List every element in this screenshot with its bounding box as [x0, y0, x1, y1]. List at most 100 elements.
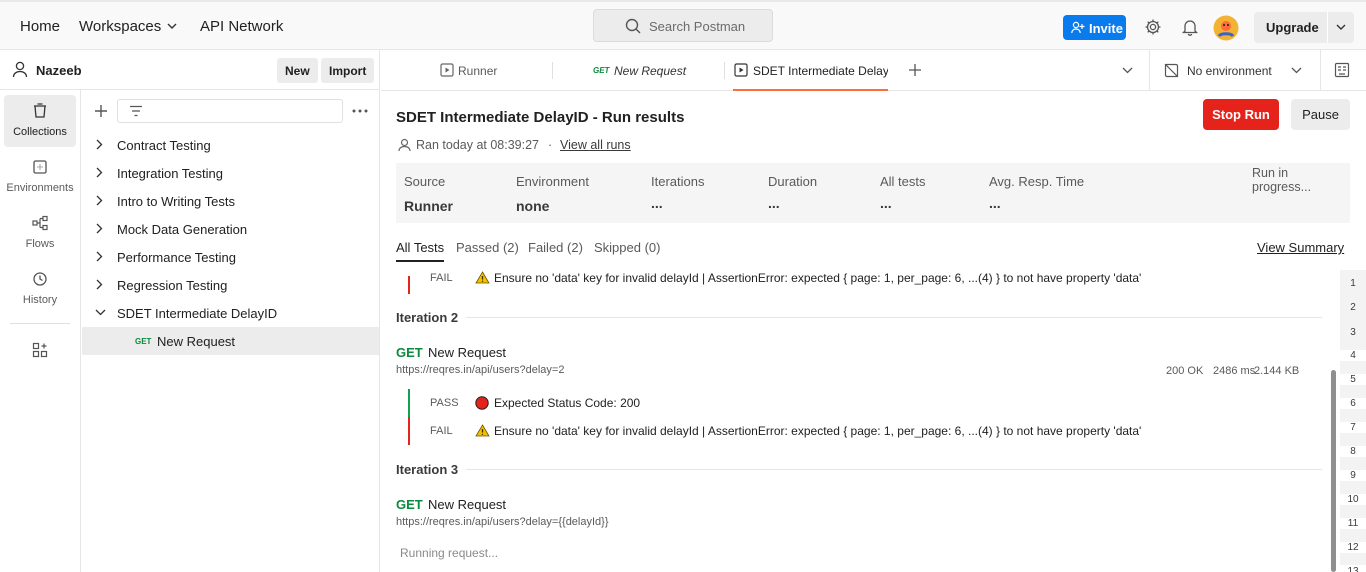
collection-item[interactable]: Mock Data Generation: [82, 215, 379, 243]
fail-indicator: [408, 417, 410, 445]
chevron-down-icon[interactable]: [1336, 24, 1346, 31]
result-text: Ensure no 'data' key for invalid delayId…: [494, 424, 1142, 438]
view-summary-link[interactable]: View Summary: [1257, 240, 1344, 255]
collection-item[interactable]: Regression Testing: [82, 271, 379, 299]
iteration-number[interactable]: 8: [1340, 446, 1366, 457]
collection-label: Intro to Writing Tests: [117, 194, 236, 209]
stat-value: none: [516, 198, 550, 214]
new-tab-icon[interactable]: [908, 63, 922, 77]
workspace-name: Nazeeb: [36, 63, 82, 78]
warning-icon: [475, 271, 490, 284]
upgrade-button[interactable]: Upgrade: [1254, 12, 1354, 43]
rail-flows[interactable]: Flows: [4, 207, 76, 259]
iteration-number[interactable]: 2: [1340, 302, 1366, 313]
env-divider: [1320, 50, 1321, 91]
import-button[interactable]: Import: [321, 58, 375, 83]
collections-icon: [34, 103, 46, 118]
rail-label: Collections: [13, 126, 67, 138]
invite-button[interactable]: Invite: [1063, 15, 1126, 40]
stat-label: Duration: [768, 174, 818, 189]
iteration-number[interactable]: 3: [1340, 327, 1366, 338]
chevron-right-icon[interactable]: [96, 167, 103, 178]
collection-item[interactable]: Performance Testing: [82, 243, 379, 271]
environment-selector[interactable]: No environment: [1150, 50, 1310, 91]
ran-timestamp: Ran today at 08:39:27: [416, 138, 540, 152]
environment-quick-look-icon[interactable]: [1334, 62, 1350, 78]
tab-new-request[interactable]: GET New Request: [553, 50, 724, 91]
rail-label: History: [22, 294, 58, 306]
new-button[interactable]: New: [277, 58, 318, 83]
stat-label: Iterations: [651, 174, 705, 189]
more-options-icon[interactable]: [352, 109, 368, 113]
nav-home[interactable]: Home: [20, 18, 60, 35]
response-size: 2.144 KB: [1254, 365, 1300, 377]
stat-value: ...: [768, 195, 780, 211]
search-placeholder: Search Postman: [649, 19, 746, 34]
collection-item[interactable]: SDET Intermediate DelayID: [82, 299, 379, 327]
iteration-number[interactable]: 13: [1340, 565, 1366, 572]
chevron-down-icon[interactable]: [1122, 67, 1133, 74]
iteration-number[interactable]: 6: [1340, 398, 1366, 409]
iteration-number[interactable]: 9: [1340, 470, 1366, 481]
request-method: GET: [396, 345, 423, 360]
workspace-header: Nazeeb New Import: [0, 50, 380, 90]
results-scrollbar[interactable]: [1331, 370, 1336, 572]
chevron-down-icon[interactable]: [95, 309, 106, 316]
stat-value: Runner: [404, 198, 453, 214]
settings-icon[interactable]: [1144, 18, 1162, 36]
filter-passed[interactable]: Passed (2): [456, 240, 519, 255]
avatar[interactable]: [1213, 15, 1239, 41]
filter-skipped[interactable]: Skipped (0): [594, 240, 660, 255]
iteration-number[interactable]: 4: [1340, 350, 1366, 361]
request-name[interactable]: New Request: [428, 345, 506, 360]
add-collection-icon[interactable]: [94, 104, 108, 118]
collection-label: SDET Intermediate DelayID: [117, 306, 278, 321]
filter-failed[interactable]: Failed (2): [528, 240, 583, 255]
collection-item[interactable]: Contract Testing: [82, 131, 379, 159]
request-label: New Request: [157, 334, 236, 349]
nav-workspaces[interactable]: Workspaces: [79, 18, 161, 35]
iteration-number[interactable]: 11: [1340, 518, 1366, 529]
tab-divider: [724, 62, 725, 79]
results-list: FAIL Ensure no 'data' key for invalid de…: [381, 268, 1336, 572]
pause-button[interactable]: Pause: [1291, 99, 1350, 130]
iteration-number[interactable]: 1: [1340, 278, 1366, 289]
request-item[interactable]: GET New Request: [82, 327, 379, 355]
iteration-number[interactable]: 12: [1340, 542, 1366, 553]
rail-collections[interactable]: Collections: [4, 95, 76, 147]
result-text: Expected Status Code: 200: [494, 396, 641, 410]
chevron-right-icon[interactable]: [96, 139, 103, 150]
collection-item[interactable]: Integration Testing: [82, 159, 379, 187]
tab-runner[interactable]: Runner: [430, 50, 552, 91]
filter-all-tests[interactable]: All Tests: [396, 240, 445, 262]
nav-api-network[interactable]: API Network: [200, 18, 283, 35]
tab-active-run[interactable]: SDET Intermediate Delay: [733, 50, 888, 91]
run-progress-status: Run in progress...: [1252, 166, 1312, 194]
rail-environments[interactable]: Environments: [4, 151, 76, 203]
notifications-bell-icon[interactable]: [1181, 18, 1199, 36]
filter-collections-input[interactable]: [117, 99, 343, 123]
chevron-right-icon[interactable]: [96, 223, 103, 234]
iteration-number[interactable]: 7: [1340, 422, 1366, 433]
stop-run-button[interactable]: Stop Run: [1203, 99, 1279, 130]
no-environment-icon: [1164, 63, 1179, 78]
chevron-right-icon[interactable]: [96, 251, 103, 262]
collection-label: Mock Data Generation: [117, 222, 248, 237]
iteration-number[interactable]: 5: [1340, 374, 1366, 385]
page-title: SDET Intermediate DelayID - Run results: [396, 109, 685, 126]
iteration-number[interactable]: 10: [1340, 494, 1366, 505]
result-status: FAIL: [430, 272, 453, 284]
view-all-runs-link[interactable]: View all runs: [560, 138, 631, 152]
configure-workbench-icon[interactable]: [32, 342, 48, 358]
iteration-title: Iteration 2: [396, 310, 459, 325]
chevron-right-icon[interactable]: [96, 279, 103, 290]
collection-item[interactable]: Intro to Writing Tests: [82, 187, 379, 215]
rail-history[interactable]: History: [4, 263, 76, 315]
chevron-down-icon[interactable]: [167, 23, 177, 30]
history-icon: [33, 272, 47, 286]
stat-label: All tests: [880, 174, 926, 189]
request-name[interactable]: New Request: [428, 497, 506, 512]
chevron-right-icon[interactable]: [96, 195, 103, 206]
request-url: https://reqres.in/api/users?delay=2: [396, 364, 565, 376]
search-input[interactable]: Search Postman: [593, 9, 773, 42]
